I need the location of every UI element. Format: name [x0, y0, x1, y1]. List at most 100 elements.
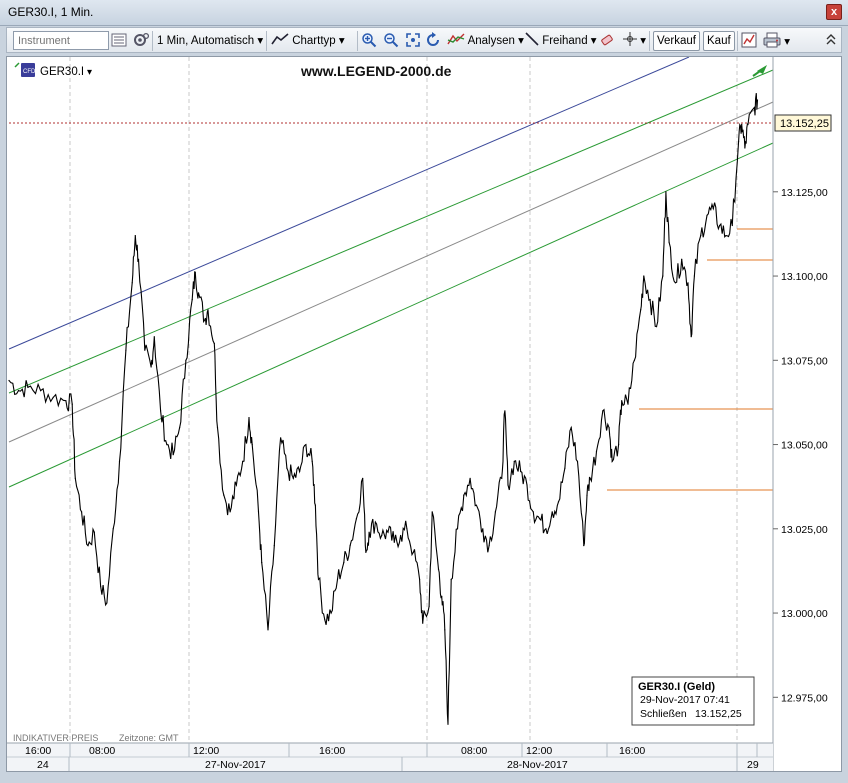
- price-point: [747, 123, 749, 125]
- price-point: [507, 484, 509, 486]
- price-point: [71, 403, 73, 405]
- price-point: [229, 511, 231, 513]
- eraser-icon[interactable]: [599, 32, 615, 50]
- price-point: [213, 342, 215, 345]
- print-dropdown[interactable]: ▾: [763, 32, 790, 50]
- window-titlebar: GER30.I, 1 Min. x: [0, 0, 848, 26]
- zoom-in-icon[interactable]: [361, 32, 377, 50]
- price-point: [412, 551, 414, 553]
- price-point: [501, 477, 503, 479]
- price-point: [706, 214, 708, 216]
- instrument-input[interactable]: [13, 31, 109, 50]
- price-point: [618, 444, 620, 446]
- price-point: [317, 578, 320, 581]
- price-point: [681, 258, 683, 260]
- analysen-dropdown[interactable]: Analysen ▾: [447, 32, 524, 50]
- pen-line-icon: [525, 32, 539, 46]
- price-point: [204, 319, 206, 321]
- price-point: [93, 531, 95, 533]
- date-label: 27-Nov-2017: [205, 759, 266, 771]
- price-point: [662, 275, 664, 277]
- price-point: [292, 477, 294, 479]
- y-tick-label: 13.125,00: [781, 187, 828, 199]
- price-point: [655, 326, 658, 328]
- price-point: [447, 723, 449, 725]
- charttype-dropdown[interactable]: Charttyp ▾: [271, 32, 345, 50]
- settings-icon[interactable]: [132, 32, 150, 50]
- kauf-button[interactable]: Kauf: [703, 31, 735, 51]
- zoom-out-icon[interactable]: [383, 32, 399, 50]
- refresh-icon[interactable]: [425, 32, 441, 50]
- freihand-dropdown[interactable]: Freihand ▾: [525, 32, 597, 50]
- svg-text:CFD: CFD: [23, 69, 36, 75]
- chart-toolbar: 1 Min, Automatisch ▾ Charttyp ▾ Analysen…: [6, 27, 842, 53]
- date-label: 24: [37, 759, 49, 771]
- chevron-down-icon: ▾: [518, 35, 524, 47]
- price-point: [400, 534, 402, 537]
- analysen-label: Analysen: [467, 35, 515, 47]
- price-point: [482, 528, 484, 530]
- price-point: [27, 386, 29, 388]
- mode-label: Automatisch: [190, 35, 255, 47]
- price-point: [393, 541, 395, 543]
- collapse-toolbar-icon[interactable]: [825, 30, 837, 48]
- footer-indicative: INDIKATIVER PREIS: [13, 733, 98, 743]
- price-point: [134, 235, 136, 237]
- price-point: [257, 511, 260, 513]
- price-chart[interactable]: CFD GER30.I ▾ www.LEGEND-2000.de 12.975,…: [7, 56, 841, 771]
- price-point: [744, 147, 746, 149]
- infobox-value: 13.152,25: [695, 708, 742, 720]
- crosshair-dropdown[interactable]: ▾: [623, 32, 646, 50]
- price-point: [248, 417, 250, 419]
- price-point: [463, 494, 465, 496]
- price-point: [330, 612, 332, 614]
- price-point: [235, 484, 237, 486]
- symbol-selector[interactable]: CFD GER30.I ▾: [21, 63, 92, 78]
- price-point: [87, 545, 89, 547]
- price-point: [576, 460, 579, 462]
- price-point: [469, 477, 471, 479]
- price-point: [251, 444, 253, 446]
- fit-icon[interactable]: [405, 32, 421, 50]
- footer-timezone: Zeitzone: GMT: [119, 733, 179, 743]
- instrument-list-icon[interactable]: [111, 32, 127, 50]
- price-point: [368, 531, 370, 533]
- price-point: [674, 282, 677, 284]
- price-point: [494, 511, 496, 513]
- price-point: [693, 275, 696, 277]
- chart-window-icon[interactable]: [741, 32, 757, 50]
- price-point: [286, 467, 288, 469]
- price-point: [362, 477, 364, 479]
- price-point: [712, 208, 714, 210]
- print-icon: [763, 32, 781, 48]
- price-point: [520, 470, 522, 473]
- chevron-down-icon: ▾: [640, 35, 646, 47]
- price-point: [355, 518, 357, 520]
- price-point: [112, 528, 114, 530]
- price-point: [197, 292, 200, 294]
- price-point: [532, 511, 534, 513]
- y-tick-label: 13.100,00: [781, 271, 828, 283]
- price-point: [444, 629, 446, 631]
- price-point: [665, 191, 667, 193]
- price-point: [700, 235, 702, 237]
- x-tick-label: 08:00: [461, 745, 487, 757]
- price-point: [131, 282, 133, 284]
- current-price-label: 13.152,25: [780, 118, 829, 130]
- chart-panel[interactable]: CFD GER30.I ▾ www.LEGEND-2000.de 12.975,…: [6, 56, 842, 772]
- price-point: [160, 410, 162, 412]
- crosshair-icon: [623, 32, 637, 46]
- close-button[interactable]: x: [826, 4, 842, 20]
- price-point: [456, 528, 459, 530]
- price-point: [280, 437, 282, 439]
- watermark: www.LEGEND-2000.de: [300, 63, 452, 79]
- interval-label: 1 Min,: [157, 35, 189, 47]
- price-point: [81, 511, 83, 513]
- price-point: [324, 619, 326, 621]
- price-point: [100, 585, 102, 587]
- price-point: [428, 605, 430, 607]
- x-tick-label: 12:00: [193, 745, 219, 757]
- verkauf-button[interactable]: Verkauf: [653, 31, 700, 51]
- price-point: [633, 359, 636, 361]
- interval-dropdown[interactable]: 1 Min, Automatisch ▾: [157, 32, 263, 50]
